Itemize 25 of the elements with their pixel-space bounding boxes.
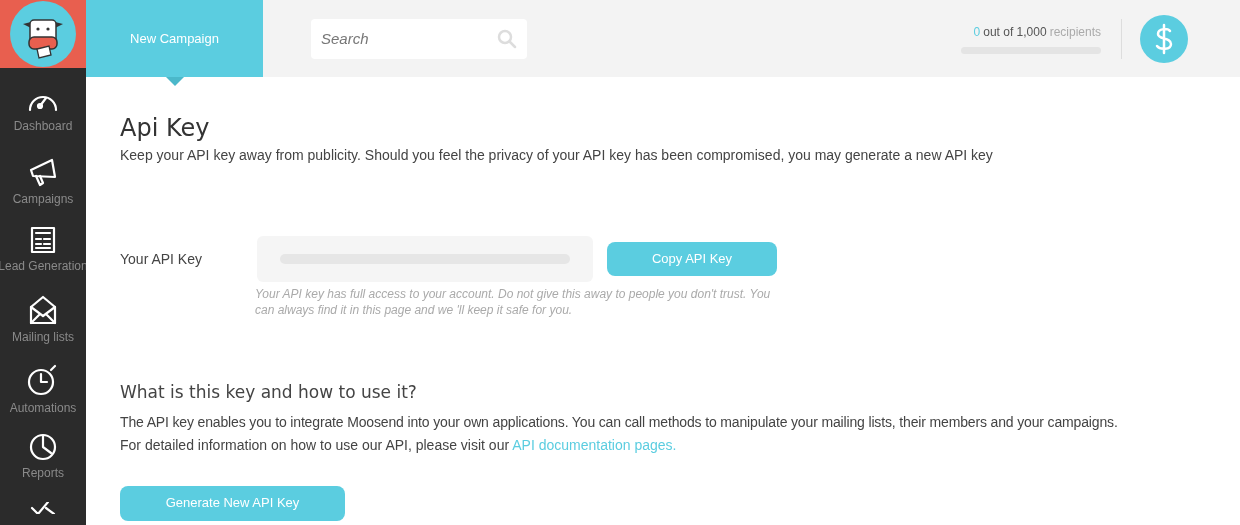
envelope-icon: [29, 295, 57, 325]
section-title: What is this key and how to use it?: [120, 381, 417, 404]
recipient-unit: recipients: [1049, 24, 1101, 41]
page-title: Api Key: [120, 113, 210, 143]
sidebar-item[interactable]: Dashboard: [0, 78, 86, 147]
section-text: The API key enables you to integrate Moosend into your own applications. You can call methods to manipulate your mailing lists, their members and your campaigns.: [120, 412, 1118, 432]
search-icon: [497, 28, 517, 49]
sidebar-item[interactable]: Campaigns: [0, 147, 86, 216]
search-field[interactable]: Search: [311, 18, 527, 59]
megaphone-icon: [28, 157, 58, 187]
field-label: Your API Key: [120, 249, 203, 269]
recipient-limit: out of 1,000: [983, 24, 1047, 41]
section-text: For detailed information on how to use our API, please visit our API documentation pages.: [120, 435, 677, 455]
sidebar-item[interactable]: Reports: [0, 423, 86, 492]
logo-tile[interactable]: [0, 0, 86, 68]
check-icon: [30, 502, 56, 514]
sidebar-item[interactable]: Mailing lists: [0, 285, 86, 354]
pointer-icon: [166, 77, 184, 86]
hint-text: Your API key has full access to your account. Do not give this away to people you don't trust. You can always find it in this page and we 'll keep it safe for you.: [255, 286, 772, 318]
pie-chart-icon: [29, 433, 57, 461]
form-icon: [30, 226, 56, 254]
stopwatch-icon: [27, 364, 59, 396]
recipient-count: 0: [973, 24, 981, 41]
page-description: Keep your API key away from publicity. Should you feel the privacy of your API key has been compromised, you may generate a new API key: [120, 146, 993, 165]
sidebar-item[interactable]: Automations: [0, 354, 86, 423]
